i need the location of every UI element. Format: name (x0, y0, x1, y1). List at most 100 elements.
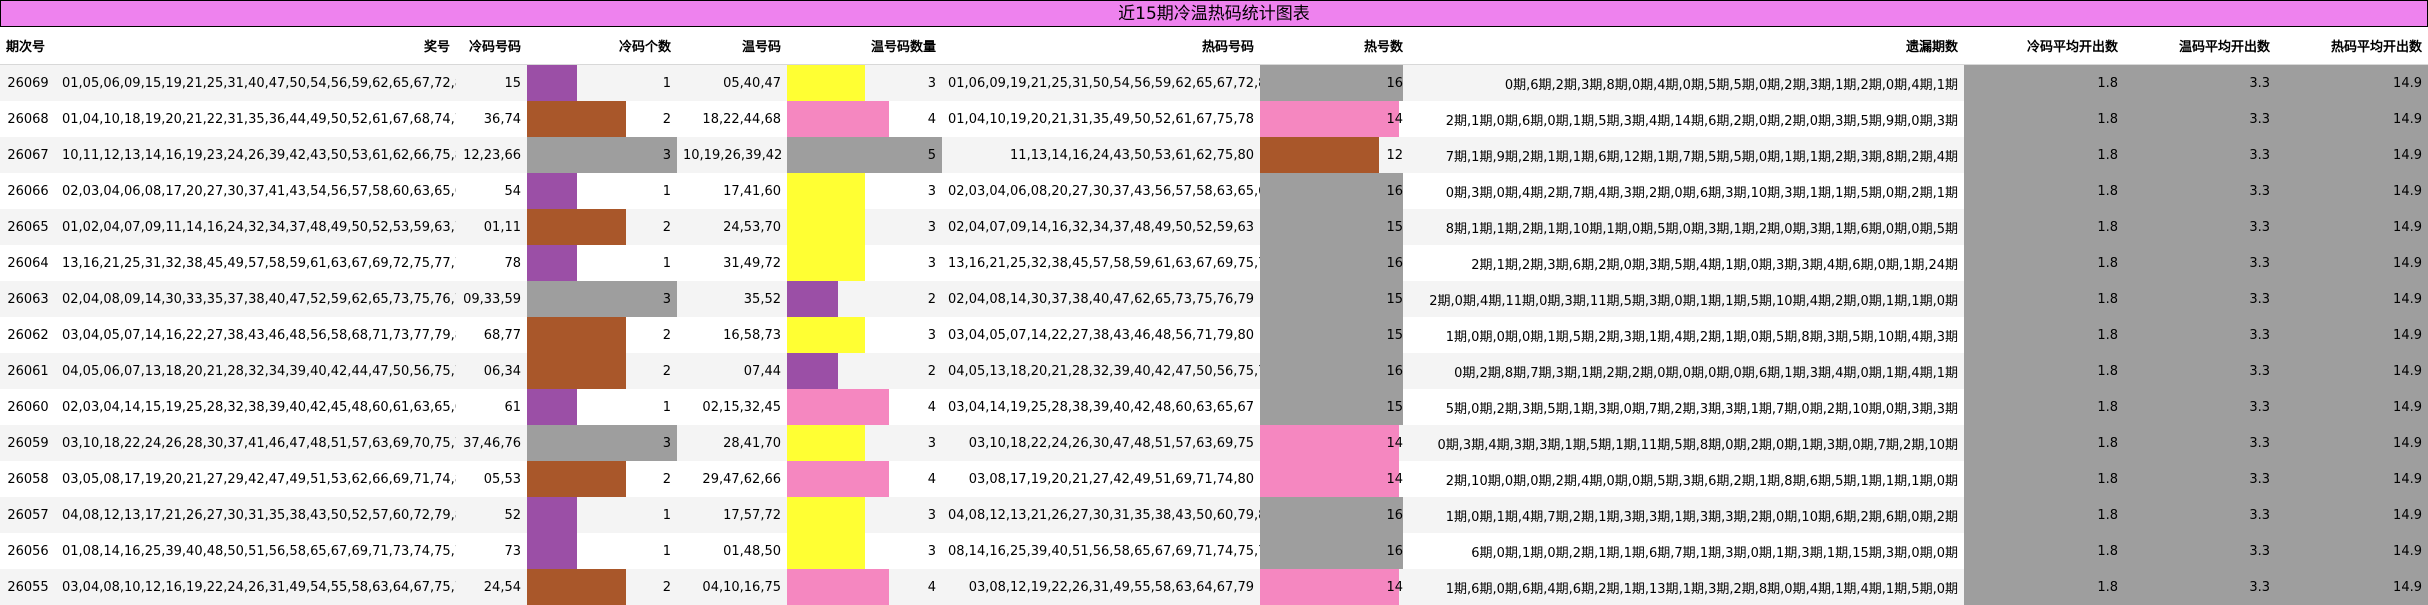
count-value: 1 (663, 400, 677, 415)
header-avg-cold: 冷码平均开出数 (1964, 27, 2124, 65)
cell-hot-count: 14 (1260, 425, 1409, 461)
cell-numbers: 01,04,10,18,19,20,21,22,31,35,36,44,49,5… (56, 101, 456, 137)
cell-numbers: 02,03,04,06,08,17,20,27,30,37,41,43,54,5… (56, 173, 456, 209)
cell-avg-hot: 14.9 (2276, 137, 2428, 173)
cell-period: 26065 (0, 209, 56, 245)
count-bar (527, 353, 626, 389)
cell-period: 26055 (0, 569, 56, 605)
count-bar (787, 137, 942, 173)
count-value: 16 (1386, 256, 1409, 271)
table-row: 2606002,03,04,14,15,19,25,28,32,38,39,40… (0, 389, 2428, 425)
cell-period: 26060 (0, 389, 56, 425)
count-bar (527, 569, 626, 605)
cell-cold: 01,11 (456, 209, 527, 245)
count-value: 2 (663, 580, 677, 595)
cell-avg-warm: 3.3 (2124, 65, 2276, 102)
cell-avg-hot: 14.9 (2276, 569, 2428, 605)
cell-numbers: 10,11,12,13,14,16,19,23,24,26,39,42,43,5… (56, 137, 456, 173)
table-row: 2605803,05,08,17,19,20,21,27,29,42,47,49… (0, 461, 2428, 497)
count-value: 14 (1386, 112, 1409, 127)
count-value: 3 (928, 220, 942, 235)
cell-hot-count: 16 (1260, 533, 1409, 569)
count-value: 15 (1386, 328, 1409, 343)
count-value: 12 (1386, 148, 1409, 163)
count-bar (527, 461, 626, 497)
count-bar (1260, 137, 1379, 173)
table-row: 2606801,04,10,18,19,20,21,22,31,35,36,44… (0, 101, 2428, 137)
count-bar (787, 209, 865, 245)
cell-warm: 04,10,16,75 (677, 569, 787, 605)
cell-missing: 2期,1期,0期,6期,0期,1期,5期,3期,4期,14期,6期,2期,0期,… (1409, 101, 1964, 137)
cell-warm: 17,41,60 (677, 173, 787, 209)
count-bar (1260, 461, 1399, 497)
cell-avg-hot: 14.9 (2276, 101, 2428, 137)
table-row: 2605903,10,18,22,24,26,28,30,37,41,46,47… (0, 425, 2428, 461)
page-title: 近15期冷温热码统计图表 (0, 0, 2428, 27)
header-avg-hot: 热码平均开出数 (2276, 27, 2428, 65)
count-bar (787, 569, 889, 605)
cell-hot: 04,08,12,13,21,26,27,30,31,35,38,43,50,6… (942, 497, 1260, 533)
cell-warm-count: 4 (787, 389, 942, 425)
cell-missing: 1期,0期,0期,0期,1期,5期,2期,3期,1期,4期,2期,1期,0期,5… (1409, 317, 1964, 353)
cell-cold: 78 (456, 245, 527, 281)
count-bar (787, 353, 838, 389)
cell-missing: 0期,2期,8期,7期,3期,1期,2期,2期,0期,0期,0期,0期,6期,1… (1409, 353, 1964, 389)
cell-period: 26058 (0, 461, 56, 497)
cell-missing: 2期,0期,4期,11期,0期,3期,11期,5期,3期,0期,1期,1期,5期… (1409, 281, 1964, 317)
cell-numbers: 03,04,08,10,12,16,19,22,24,26,31,49,54,5… (56, 569, 456, 605)
table-row: 2605601,08,14,16,25,39,40,48,50,51,56,58… (0, 533, 2428, 569)
cell-hot: 08,14,16,25,39,40,51,56,58,65,67,69,71,7… (942, 533, 1260, 569)
cell-hot-count: 16 (1260, 65, 1409, 102)
cell-warm-count: 4 (787, 461, 942, 497)
cell-cold-count: 2 (527, 101, 677, 137)
count-bar (527, 281, 677, 317)
cell-missing: 6期,0期,1期,0期,2期,1期,1期,6期,7期,1期,3期,0期,1期,3… (1409, 533, 1964, 569)
count-bar (1260, 497, 1403, 533)
cell-numbers: 02,03,04,14,15,19,25,28,32,38,39,40,42,4… (56, 389, 456, 425)
cell-avg-warm: 3.3 (2124, 245, 2276, 281)
cell-hot: 02,03,04,06,08,20,27,30,37,43,56,57,58,6… (942, 173, 1260, 209)
cell-avg-warm: 3.3 (2124, 389, 2276, 425)
header-period: 期次号 (0, 27, 56, 65)
cell-hot-count: 12 (1260, 137, 1409, 173)
cell-warm: 05,40,47 (677, 65, 787, 102)
cell-hot-count: 15 (1260, 209, 1409, 245)
cell-avg-hot: 14.9 (2276, 281, 2428, 317)
cell-numbers: 03,05,08,17,19,20,21,27,29,42,47,49,51,5… (56, 461, 456, 497)
table-row: 2606302,04,08,09,14,30,33,35,37,38,40,47… (0, 281, 2428, 317)
header-warm: 温号码 (677, 27, 787, 65)
count-value: 15 (1386, 292, 1409, 307)
cell-avg-cold: 1.8 (1964, 425, 2124, 461)
cell-warm: 18,22,44,68 (677, 101, 787, 137)
cell-avg-warm: 3.3 (2124, 425, 2276, 461)
count-bar (1260, 101, 1399, 137)
cell-hot: 13,16,21,25,32,38,45,57,58,59,61,63,67,6… (942, 245, 1260, 281)
cell-cold: 73 (456, 533, 527, 569)
count-value: 16 (1386, 364, 1409, 379)
count-value: 2 (663, 328, 677, 343)
cell-period: 26062 (0, 317, 56, 353)
cell-avg-hot: 14.9 (2276, 317, 2428, 353)
table-body: 2606901,05,06,09,15,19,21,25,31,40,47,50… (0, 65, 2428, 605)
cell-period: 26059 (0, 425, 56, 461)
cell-cold: 68,77 (456, 317, 527, 353)
cell-hot: 01,06,09,19,21,25,31,50,54,56,59,62,65,6… (942, 65, 1260, 102)
count-value: 2 (663, 364, 677, 379)
cell-missing: 0期,6期,2期,3期,8期,0期,4期,0期,5期,5期,0期,2期,3期,1… (1409, 65, 1964, 102)
count-value: 14 (1386, 580, 1409, 595)
count-value: 4 (928, 580, 942, 595)
count-bar (1260, 209, 1403, 245)
cell-warm-count: 4 (787, 101, 942, 137)
cell-hot: 03,10,18,22,24,26,30,47,48,51,57,63,69,7… (942, 425, 1260, 461)
cell-missing: 0期,3期,4期,3期,3期,1期,5期,1期,11期,5期,8期,0期,2期,… (1409, 425, 1964, 461)
cell-avg-warm: 3.3 (2124, 533, 2276, 569)
header-hot: 热码号码 (942, 27, 1260, 65)
count-value: 3 (928, 328, 942, 343)
cell-warm: 07,44 (677, 353, 787, 389)
count-bar (787, 65, 865, 101)
count-bar (1260, 569, 1399, 605)
cell-warm-count: 3 (787, 245, 942, 281)
cell-cold-count: 3 (527, 281, 677, 317)
cell-avg-cold: 1.8 (1964, 173, 2124, 209)
cell-cold: 61 (456, 389, 527, 425)
